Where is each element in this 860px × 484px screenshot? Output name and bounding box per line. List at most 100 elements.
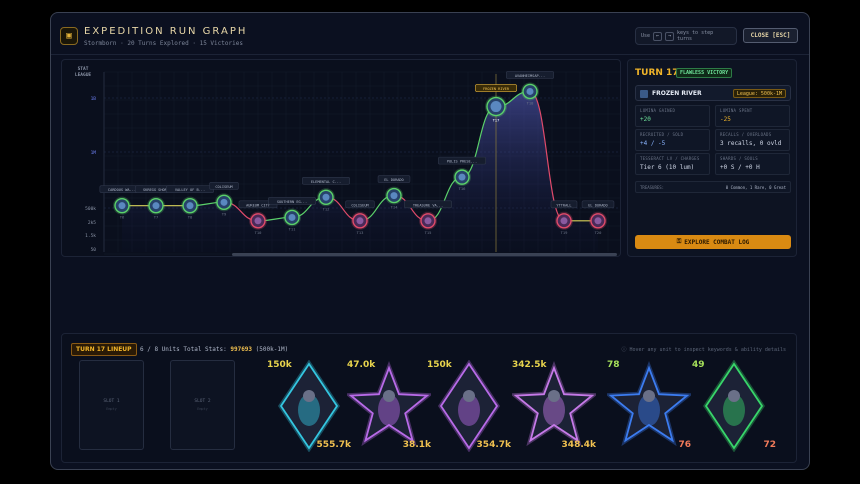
node-avatar xyxy=(356,217,364,225)
unit-portrait-head xyxy=(728,390,740,402)
unit-portrait-head xyxy=(548,390,560,402)
unit-card[interactable]: 150k 555.7k xyxy=(267,359,351,453)
stat-cell: RECALLS / OVERLOADS 3 recalls, 0 ovld xyxy=(715,129,790,151)
node-turn-label: T8 xyxy=(188,215,193,220)
stat-label: LUMINA SPENT xyxy=(720,108,753,113)
node-avatar xyxy=(560,217,568,225)
turn-heading: TURN 17 xyxy=(635,68,679,78)
unit-card[interactable]: 47.0k 38.1k xyxy=(344,360,434,452)
close-button[interactable]: CLOSE [ESC] xyxy=(743,28,798,43)
map-icon: ▣ xyxy=(60,27,78,45)
node-turn-label: T12 xyxy=(323,206,330,211)
node-label: ELEMENTAL C... xyxy=(311,180,341,184)
stat-cell: SHARDS / SOULS +0 S / +0 H xyxy=(715,153,790,175)
unit-attack: 78 xyxy=(607,360,620,370)
unit-health: 354.7k xyxy=(476,440,511,450)
node-label: COLISEUM xyxy=(351,203,369,207)
turn-detail-panel: TURN 17 FLAWLESS VICTORY FROZEN RIVER Le… xyxy=(627,59,797,257)
node-label: YTTRALL xyxy=(556,203,571,207)
y-axis-title: STAT xyxy=(78,66,89,72)
node-avatar xyxy=(390,192,398,200)
unit-portrait-head xyxy=(383,390,395,402)
unit-health: 72 xyxy=(763,440,776,450)
lineup-tag: TURN 17 LINEUP xyxy=(71,343,137,356)
total-stats-range: (500k-1M) xyxy=(255,346,289,353)
stat-value: 3 recalls, 0 ovld xyxy=(720,140,782,147)
total-stats-value: 997693 xyxy=(230,346,253,353)
stat-label: SHARDS / SOULS xyxy=(720,156,758,161)
location-name: FROZEN RIVER xyxy=(652,90,702,97)
arrow-right-key[interactable]: → xyxy=(665,31,674,41)
star-frame-icon xyxy=(509,360,599,447)
lineup-summary: 6 / 8 Units Total Stats: 997693 (500k-1M… xyxy=(140,346,288,353)
unit-portrait-head xyxy=(463,390,475,402)
treasures-label: TREASURES: xyxy=(640,185,665,190)
page-subtitle: Stormborn · 20 Turns Explored · 15 Victo… xyxy=(84,40,243,47)
unit-card[interactable]: 342.5k 348.4k xyxy=(509,360,599,452)
node-turn-label: T18 xyxy=(527,100,535,105)
node-turn-label: T14 xyxy=(391,205,399,210)
treasures-row: TREASURES: 0 Common, 1 Rare, 0 Great xyxy=(635,181,791,193)
run-graph-window: ▣ EXPEDITION RUN GRAPH Stormborn · 20 Tu… xyxy=(50,12,810,470)
node-label: FROZEN RIVER xyxy=(483,87,510,91)
explore-label: EXPLORE COMBAT LOG xyxy=(684,238,750,246)
star-frame-icon xyxy=(344,360,434,447)
unit-attack: 47.0k xyxy=(347,360,376,370)
node-turn-label: T16 xyxy=(459,186,467,191)
diamond-frame-icon xyxy=(702,359,766,453)
y-tick-label: 1M xyxy=(91,150,97,156)
node-turn-label: T13 xyxy=(357,230,364,235)
chart-scrollbar[interactable] xyxy=(232,253,617,256)
y-tick-label: 1B xyxy=(91,96,97,102)
run-chart-svg: STATLEAGUE 1B 1M 500k 2k5 1.5k 50 CARDOUS WA...… xyxy=(75,66,620,256)
unit-attack: 342.5k xyxy=(512,360,547,370)
unit-card[interactable]: 78 76 xyxy=(604,360,694,452)
y-tick-label: 2k5 xyxy=(88,220,96,226)
stat-label: TESSERACT LV / CHARGES xyxy=(640,156,700,161)
diamond-frame-icon xyxy=(437,359,501,453)
node-avatar xyxy=(220,198,228,206)
empty-slot-1[interactable]: SLOT 1 Empty xyxy=(79,360,144,450)
node-avatar xyxy=(152,202,160,210)
node-label: EL DORADO xyxy=(588,203,607,207)
unit-health: 348.4k xyxy=(561,440,596,450)
empty-slot-2[interactable]: SLOT 2 Empty xyxy=(170,360,235,450)
stat-cell: LUMINA SPENT -25 xyxy=(715,105,790,127)
node-label: AVANHEIMSAP... xyxy=(515,74,545,78)
node-turn-label: T17 xyxy=(493,118,500,123)
node-turn-label: T9 xyxy=(222,211,227,216)
node-turn-label: T11 xyxy=(289,226,297,231)
stat-value: +4 / -5 xyxy=(640,140,666,147)
star-frame-icon xyxy=(604,360,694,447)
node-label: AUREUM CITY xyxy=(246,203,271,207)
node-avatar xyxy=(526,87,534,95)
node-label: COLISEUM xyxy=(215,185,233,189)
node-avatar xyxy=(288,213,296,221)
node-avatar xyxy=(118,202,126,210)
keys-prefix: Use xyxy=(641,33,651,39)
y-tick-label: 50 xyxy=(91,247,97,253)
stat-label: LUMINA GAINED xyxy=(640,108,676,113)
diamond-frame-icon xyxy=(277,359,341,453)
arrow-left-key[interactable]: ← xyxy=(653,31,663,41)
location-row: FROZEN RIVER League: 500k-1M xyxy=(635,85,791,101)
treasures-value: 0 Common, 1 Rare, 0 Great xyxy=(725,185,786,190)
node-avatar xyxy=(186,202,194,210)
y-axis-subtitle: LEAGUE xyxy=(75,72,92,78)
node-avatar xyxy=(322,193,330,201)
node-label: POLIS PRESE... xyxy=(447,160,477,164)
node-label: CARDOUS WA... xyxy=(108,188,136,192)
lineup-panel: TURN 17 LINEUP 6 / 8 Units Total Stats: … xyxy=(61,333,797,463)
unit-attack: 49 xyxy=(692,360,705,370)
unit-card[interactable]: 150k 354.7k xyxy=(427,359,511,453)
node-turn-label: T6 xyxy=(120,215,125,220)
node-label: SOUTHERN EG... xyxy=(277,200,307,204)
total-stats-label: Total Stats: xyxy=(183,346,227,353)
unit-portrait-head xyxy=(303,390,315,402)
result-badge: FLAWLESS VICTORY xyxy=(676,68,733,78)
explore-combat-log-button[interactable]: ⚿ EXPLORE COMBAT LOG xyxy=(635,235,791,249)
node-avatar xyxy=(458,173,466,181)
unit-card[interactable]: 49 72 xyxy=(692,359,776,453)
node-turn-label: T19 xyxy=(561,230,569,235)
run-chart: STAT LEAGUE 1B 1M 500k 2k5 1.5k 50 CARDOUS WA...… xyxy=(61,59,621,257)
